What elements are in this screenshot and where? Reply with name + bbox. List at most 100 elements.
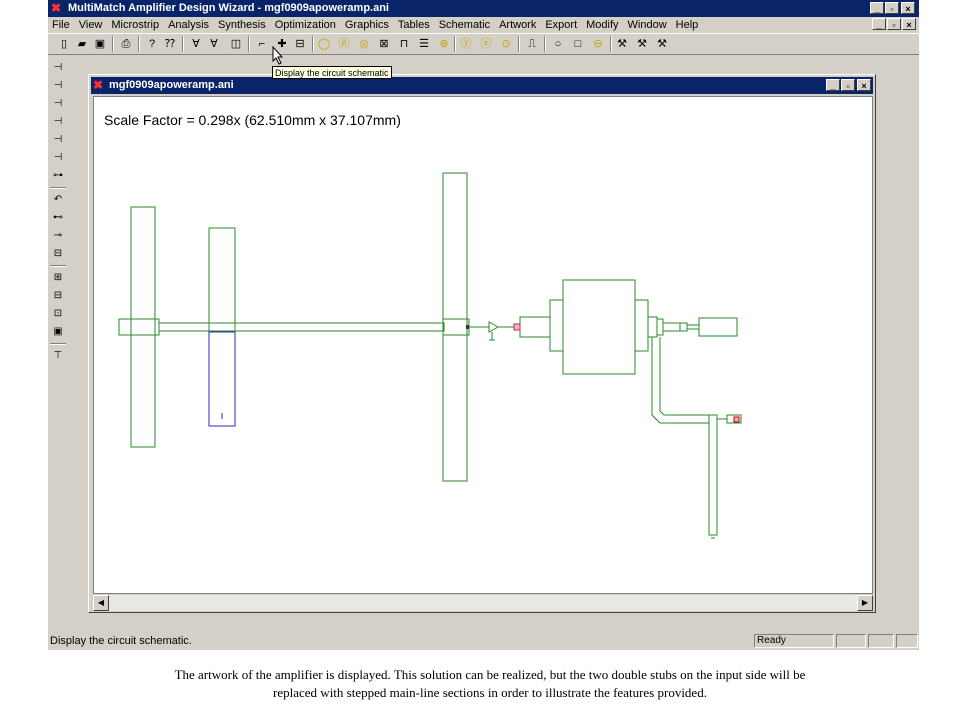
main-line-input-segment <box>118 318 160 336</box>
dc-block-capacitor <box>513 323 521 331</box>
output-bias-stub <box>708 414 718 536</box>
two-port-icon[interactable]: ⊓ <box>396 36 412 52</box>
print-icon[interactable]: ⎙ <box>118 36 134 52</box>
matrix-icon[interactable]: ⊠ <box>376 36 392 52</box>
close-button[interactable]: × <box>901 2 915 14</box>
open-stub-icon[interactable]: ⊣ <box>50 96 66 112</box>
polar-chart-icon[interactable]: ⓟ <box>336 36 352 52</box>
menu-help[interactable]: Help <box>672 17 704 33</box>
probe-b-icon[interactable]: Ɐ <box>206 36 222 52</box>
remove-element-icon[interactable]: ⊟ <box>50 288 66 304</box>
toolbar-separator <box>50 343 66 345</box>
minimize-button[interactable]: _ <box>870 2 884 14</box>
app-window: ✖ MultiMatch Amplifier Design Wizard - m… <box>48 0 919 650</box>
coupled-line-icon[interactable]: ⊷ <box>50 210 66 226</box>
caption-line-1: The artwork of the amplifier is displaye… <box>174 667 806 682</box>
child-maximize-button[interactable]: ▫ <box>841 79 855 91</box>
context-help-icon[interactable]: ⁇ <box>162 36 178 52</box>
artwork-canvas[interactable]: Scale Factor = 0.298x (62.510mm x 37.107… <box>93 96 873 594</box>
menu-window[interactable]: Window <box>624 17 672 33</box>
child-close-button[interactable]: × <box>857 79 871 91</box>
shunt-stub-icon[interactable]: ⊣ <box>50 78 66 94</box>
series-stub-icon[interactable]: ⊣ <box>50 60 66 76</box>
app-title: MultiMatch Amplifier Design Wizard - mgf… <box>68 2 389 14</box>
stability-circle-icon[interactable]: ⓨ <box>458 36 474 52</box>
chip-element-icon[interactable]: ▣ <box>50 324 66 340</box>
transistor-input-pad <box>519 316 551 338</box>
radial-stub-icon[interactable]: ⊣ <box>50 132 66 148</box>
toolbar-separator <box>182 36 184 52</box>
menu-graphics[interactable]: Graphics <box>341 17 394 33</box>
short-stub-icon[interactable]: ⊣ <box>50 114 66 130</box>
noise-circle-icon[interactable]: ⓔ <box>478 36 494 52</box>
mdi-restore-button[interactable]: ▫ <box>887 18 901 30</box>
menu-microstrip[interactable]: Microstrip <box>107 17 164 33</box>
line-segment-icon[interactable]: ⊟ <box>50 246 66 262</box>
menu-synthesis[interactable]: Synthesis <box>214 17 271 33</box>
scroll-right-icon[interactable]: ▶ <box>857 595 873 611</box>
status-ready: Ready <box>754 634 834 648</box>
menu-tables[interactable]: Tables <box>394 17 435 33</box>
reflection-circle-icon[interactable]: ⊙ <box>498 36 514 52</box>
mdi-minimize-button[interactable]: _ <box>872 18 886 30</box>
probe-a-icon[interactable]: Ɐ <box>188 36 204 52</box>
menu-file[interactable]: File <box>48 17 75 33</box>
status-message: Display the circuit schematic. <box>50 635 192 647</box>
add-element-icon[interactable]: ⊞ <box>50 270 66 286</box>
status-panel-3 <box>896 634 918 648</box>
undo-element-icon[interactable]: ↶ <box>50 192 66 208</box>
transistor-drain-lead <box>634 299 649 352</box>
toolbar-separator <box>610 36 612 52</box>
tune-a-icon[interactable]: ⚒ <box>614 36 630 52</box>
tune-c-icon[interactable]: ⚒ <box>654 36 670 52</box>
menu-export[interactable]: Export <box>541 17 582 33</box>
menu-analysis[interactable]: Analysis <box>164 17 214 33</box>
square-tool-icon[interactable]: □ <box>570 36 586 52</box>
toolbar-separator <box>50 265 66 267</box>
element-toolbar: ⊣ ⊣ ⊣ ⊣ ⊣ ⊣ ⊶ ↶ ⊷ ⊸ ⊟ ⊞ ⊟ ⊡ ▣ ⊤ <box>48 56 68 630</box>
app-title-bar[interactable]: ✖ MultiMatch Amplifier Design Wizard - m… <box>48 0 919 17</box>
layout-flip-icon[interactable]: ◫ <box>228 36 244 52</box>
child-logo-icon: ✖ <box>93 78 104 92</box>
new-file-icon[interactable]: ▯ <box>56 36 72 52</box>
mdi-close-button[interactable]: × <box>902 18 916 30</box>
circle-tool-icon[interactable]: ○ <box>550 36 566 52</box>
menu-modify[interactable]: Modify <box>582 17 623 33</box>
toolbar-separator <box>544 36 546 52</box>
component-box-icon[interactable]: ⊟ <box>292 36 308 52</box>
smith-chart-icon[interactable]: ◯ <box>316 36 332 52</box>
toolbar-separator <box>518 36 520 52</box>
schematic-icon[interactable]: ⌐ <box>254 36 270 52</box>
output-port-pad <box>698 317 738 337</box>
tune-b-icon[interactable]: ⚒ <box>634 36 650 52</box>
restore-button[interactable]: ▫ <box>885 2 899 14</box>
horizontal-scrollbar[interactable]: ◀ ▶ <box>93 595 873 611</box>
open-folder-icon[interactable]: ▰ <box>74 36 90 52</box>
save-disk-icon[interactable]: ▣ <box>92 36 108 52</box>
minus-circle-icon[interactable]: ⊖ <box>590 36 606 52</box>
inline-element-icon[interactable]: ⊸ <box>50 228 66 244</box>
gain-circle-icon[interactable]: ⊛ <box>436 36 452 52</box>
child-minimize-button[interactable]: _ <box>826 79 840 91</box>
series-line-icon[interactable]: ⊶ <box>50 168 66 184</box>
port-element-icon[interactable]: ⊡ <box>50 306 66 322</box>
input-stub-3-pad <box>442 172 468 482</box>
menu-schematic[interactable]: Schematic <box>435 17 495 33</box>
transmission-line-icon[interactable]: ☰ <box>416 36 432 52</box>
status-panel-2 <box>868 634 894 648</box>
target-icon[interactable]: ◎ <box>356 36 372 52</box>
menu-view[interactable]: View <box>75 17 108 33</box>
child-title-bar[interactable]: ✖ mgf0909apoweramp.ani _ ▫ × <box>91 77 873 94</box>
app-logo-icon: ✖ <box>51 1 62 15</box>
tee-junction-icon[interactable]: ⊤ <box>50 348 66 364</box>
menu-bar: File View Microstrip Analysis Synthesis Optim… <box>48 17 919 33</box>
help-icon[interactable]: ? <box>144 36 160 52</box>
toolbar-separator <box>454 36 456 52</box>
scroll-left-icon[interactable]: ◀ <box>93 595 109 611</box>
menu-artwork[interactable]: Artwork <box>495 17 541 33</box>
transistor-body <box>562 279 636 375</box>
double-stub-icon[interactable]: ⊣ <box>50 150 66 166</box>
pulse-plot-icon[interactable]: ⎍ <box>524 36 540 52</box>
menu-optimization[interactable]: Optimization <box>271 17 341 33</box>
bias-capacitor <box>733 416 740 423</box>
